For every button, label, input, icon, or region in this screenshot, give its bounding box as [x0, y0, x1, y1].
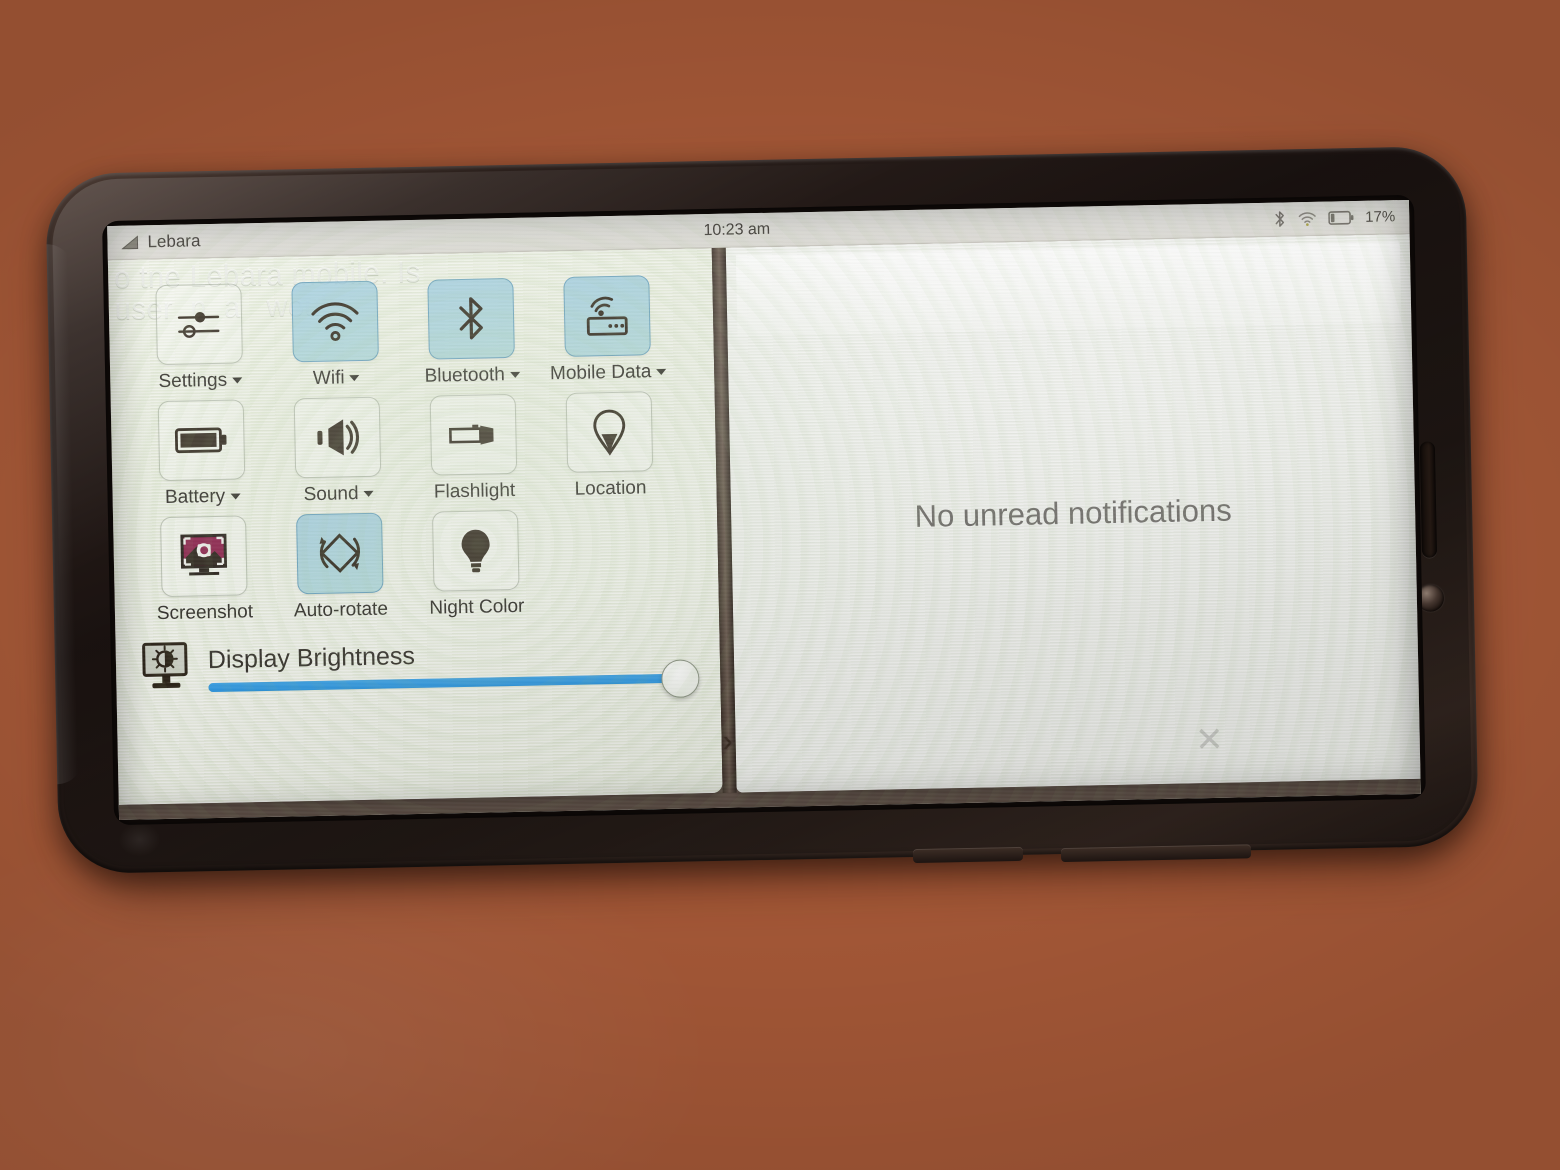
chevron-down-icon[interactable]: [656, 368, 667, 376]
battery-percent-label: 17%: [1365, 208, 1396, 226]
notifications-panel: No unread notifications ✕: [725, 233, 1421, 793]
flashlight-icon: [448, 424, 494, 445]
tile-screenshot-label: Screenshot: [157, 601, 254, 625]
phone-screen: Lebara 10:23 am 17% o tne Lebara mobile.…: [107, 199, 1421, 820]
smartphone-device: Lebara 10:23 am 17% o tne Lebara mobile.…: [45, 145, 1479, 890]
tile-settings-box[interactable]: [155, 283, 243, 366]
tile-location-box[interactable]: [565, 391, 654, 473]
brightness-knob[interactable]: [661, 659, 701, 699]
chevron-down-icon[interactable]: [230, 493, 241, 500]
tile-label-text: Night Color: [429, 595, 525, 619]
tile-bluetooth-box[interactable]: [427, 277, 515, 360]
tile-mobile-data-label: Mobile Data: [550, 361, 667, 385]
brightness-slider[interactable]: Display Brightness: [207, 630, 701, 699]
close-x-icon[interactable]: ✕: [1195, 721, 1224, 760]
tile-battery-box[interactable]: [157, 399, 246, 482]
tile-label-text: Wifi: [312, 367, 345, 389]
status-bar-left: Lebara: [121, 230, 201, 253]
wifi-icon: [1298, 211, 1316, 226]
screen-bezel: Lebara 10:23 am 17% o tne Lebara mobile.…: [102, 194, 1426, 826]
lightbulb-icon: [461, 529, 490, 573]
tile-sound-box[interactable]: [293, 396, 382, 479]
chevron-down-icon[interactable]: [232, 377, 243, 384]
tile-location[interactable]: Location: [541, 391, 679, 502]
tile-screenshot-box[interactable]: [160, 515, 248, 598]
map-pin-icon: [593, 409, 626, 456]
battery-icon: [1328, 210, 1354, 225]
no-notifications-text: No unread notifications: [914, 492, 1232, 534]
tile-auto-rotate[interactable]: Auto-rotate: [271, 512, 409, 623]
quick-settings-panel: o tne Lebara mobile. Is user n a woul Se…: [107, 247, 723, 805]
tile-flashlight[interactable]: Flashlight: [405, 393, 543, 504]
microphone-port: [118, 822, 161, 857]
tile-mobile-data[interactable]: Mobile Data: [538, 275, 676, 386]
tile-label-text: Bluetooth: [424, 364, 506, 387]
tile-screenshot[interactable]: Screenshot: [135, 515, 273, 626]
chevron-right-icon[interactable]: ›: [722, 725, 733, 758]
quick-settings-tiles: Settings Wifi Bluetooth Mobile Data Batt…: [108, 248, 719, 626]
brightness-fill: [208, 673, 680, 693]
rotate-icon: [319, 533, 361, 573]
tile-location-label: Location: [574, 477, 646, 500]
tile-wifi[interactable]: Wifi: [266, 280, 404, 391]
tile-auto-rotate-box[interactable]: [295, 512, 384, 595]
notifications-header-band: [735, 242, 1402, 336]
signal-triangle-icon: [121, 234, 139, 249]
tile-flashlight-label: Flashlight: [434, 480, 516, 504]
tile-wifi-box[interactable]: [291, 280, 379, 363]
screenshot-icon: [180, 533, 228, 576]
tile-sound-label: Sound: [303, 483, 374, 506]
chevron-down-icon[interactable]: [509, 371, 520, 379]
tile-label-text: Location: [574, 477, 647, 500]
tile-night-color[interactable]: Night Color: [407, 509, 545, 620]
tile-wifi-label: Wifi: [313, 367, 360, 390]
router-icon: [586, 296, 628, 336]
tile-label-text: Settings: [158, 369, 228, 393]
chevron-down-icon[interactable]: [349, 375, 360, 382]
tile-bluetooth[interactable]: Bluetooth: [402, 277, 540, 388]
tile-mobile-data-box[interactable]: [563, 275, 651, 357]
power-button[interactable]: [912, 846, 1024, 864]
speaker-icon: [317, 419, 360, 456]
tile-label-text: Screenshot: [156, 601, 254, 625]
status-bar-right: 17%: [1273, 207, 1395, 228]
earpiece-speaker: [1419, 441, 1438, 558]
brightness-track[interactable]: [208, 659, 701, 699]
tile-battery-label: Battery: [165, 485, 241, 509]
shade-panels: o tne Lebara mobile. Is user n a woul Se…: [107, 233, 1421, 820]
tile-label-text: Auto-rotate: [293, 598, 389, 622]
tile-sound[interactable]: Sound: [269, 396, 407, 507]
chevron-down-icon[interactable]: [363, 490, 374, 497]
tile-battery[interactable]: Battery: [133, 399, 271, 510]
brightness-label: Display Brightness: [207, 641, 416, 675]
tile-settings-label: Settings: [158, 369, 243, 393]
tile-night-color-label: Night Color: [429, 596, 524, 620]
tile-night-color-box[interactable]: [431, 509, 520, 592]
tile-label-text: Flashlight: [433, 479, 516, 503]
tile-label-text: Mobile Data: [549, 361, 652, 385]
display-brightness-row: Display Brightness: [116, 630, 721, 699]
bluetooth-icon: [1275, 211, 1285, 227]
sliders-icon: [177, 312, 220, 338]
tile-settings[interactable]: Settings: [130, 283, 268, 394]
tile-flashlight-box[interactable]: [429, 393, 518, 476]
tile-label-text: Sound: [303, 483, 359, 506]
wifi-icon: [311, 302, 359, 342]
tile-auto-rotate-label: Auto-rotate: [294, 599, 388, 623]
tile-bluetooth-label: Bluetooth: [424, 364, 520, 388]
battery-icon: [174, 427, 227, 454]
display-brightness-icon: [142, 642, 188, 689]
carrier-name: Lebara: [147, 230, 201, 251]
tile-label-text: Battery: [164, 485, 226, 508]
bluetooth-icon: [459, 297, 483, 340]
